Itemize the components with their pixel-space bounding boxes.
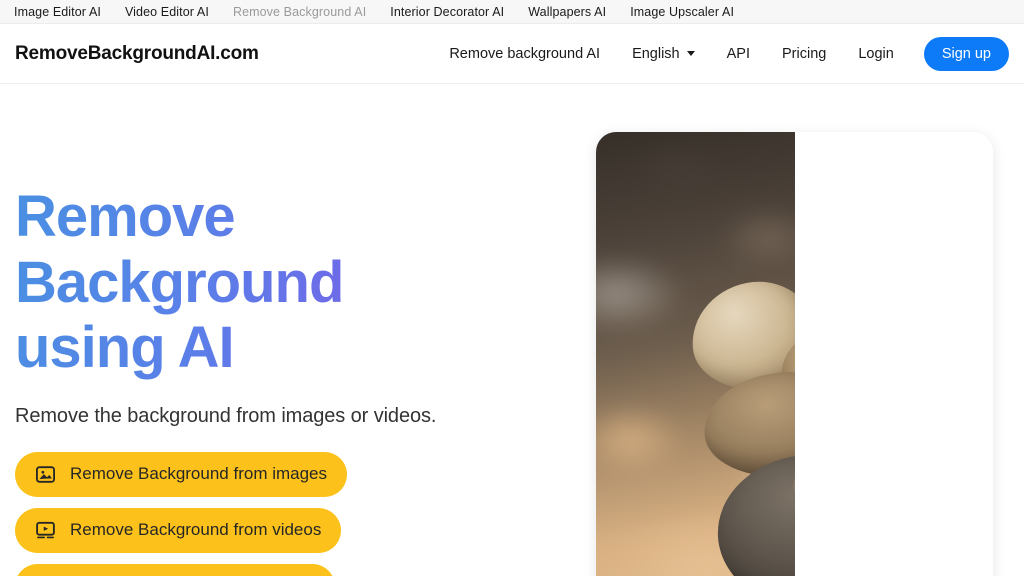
page-title: Remove Background using AI [15, 184, 435, 381]
language-selector[interactable]: English [616, 46, 711, 62]
sign-up-button[interactable]: Sign up [924, 37, 1009, 71]
remove-background-images-button[interactable]: Remove Background from images [15, 452, 347, 497]
hero-subtitle: Remove the background from images or vid… [15, 405, 585, 428]
top-utility-bar: Image Editor AI Video Editor AI Remove B… [0, 0, 1024, 24]
remove-background-videos-label: Remove Background from videos [70, 520, 321, 540]
remove-background-videos-button[interactable]: Remove Background from videos [15, 508, 341, 553]
topbar-link-remove-background-ai[interactable]: Remove Background AI [233, 5, 366, 19]
nav-link-api[interactable]: API [711, 46, 766, 62]
hero-title-line-3: using AI [15, 315, 234, 380]
topbar-link-interior-decorator-ai[interactable]: Interior Decorator AI [390, 5, 504, 19]
remove-background-images-label: Remove Background from images [70, 464, 327, 484]
before-after-image [596, 132, 993, 576]
hero-title-line-1: Remove [15, 184, 235, 249]
background-removed-half [795, 132, 994, 576]
topbar-link-image-upscaler-ai[interactable]: Image Upscaler AI [630, 5, 734, 19]
nav-link-remove-background-ai[interactable]: Remove background AI [433, 46, 616, 62]
nav-link-login[interactable]: Login [842, 46, 909, 62]
video-monitor-icon [35, 520, 56, 541]
hero-title-line-2: Background [15, 250, 343, 315]
hero-text-column: Remove Background using AI Remove the ba… [15, 184, 585, 576]
topbar-link-image-editor-ai[interactable]: Image Editor AI [14, 5, 101, 19]
site-header: RemoveBackgroundAI.com Remove background… [0, 24, 1024, 84]
hero-cta-list: Remove Background from images Remove Bac… [15, 452, 585, 576]
topbar-link-wallpapers-ai[interactable]: Wallpapers AI [528, 5, 606, 19]
chevron-down-icon [687, 51, 695, 56]
hero-image-card[interactable] [596, 132, 993, 576]
language-selector-label: English [632, 46, 680, 62]
remove-background-api-button[interactable]: Remove Background with AI API [15, 564, 335, 576]
topbar-link-video-editor-ai[interactable]: Video Editor AI [125, 5, 209, 19]
brand-logo[interactable]: RemoveBackgroundAI.com [15, 43, 259, 65]
header-nav: Remove background AI English API Pricing… [433, 37, 1009, 71]
image-icon [35, 464, 56, 485]
hero-section: Remove Background using AI Remove the ba… [0, 84, 1024, 575]
nav-link-pricing[interactable]: Pricing [766, 46, 842, 62]
